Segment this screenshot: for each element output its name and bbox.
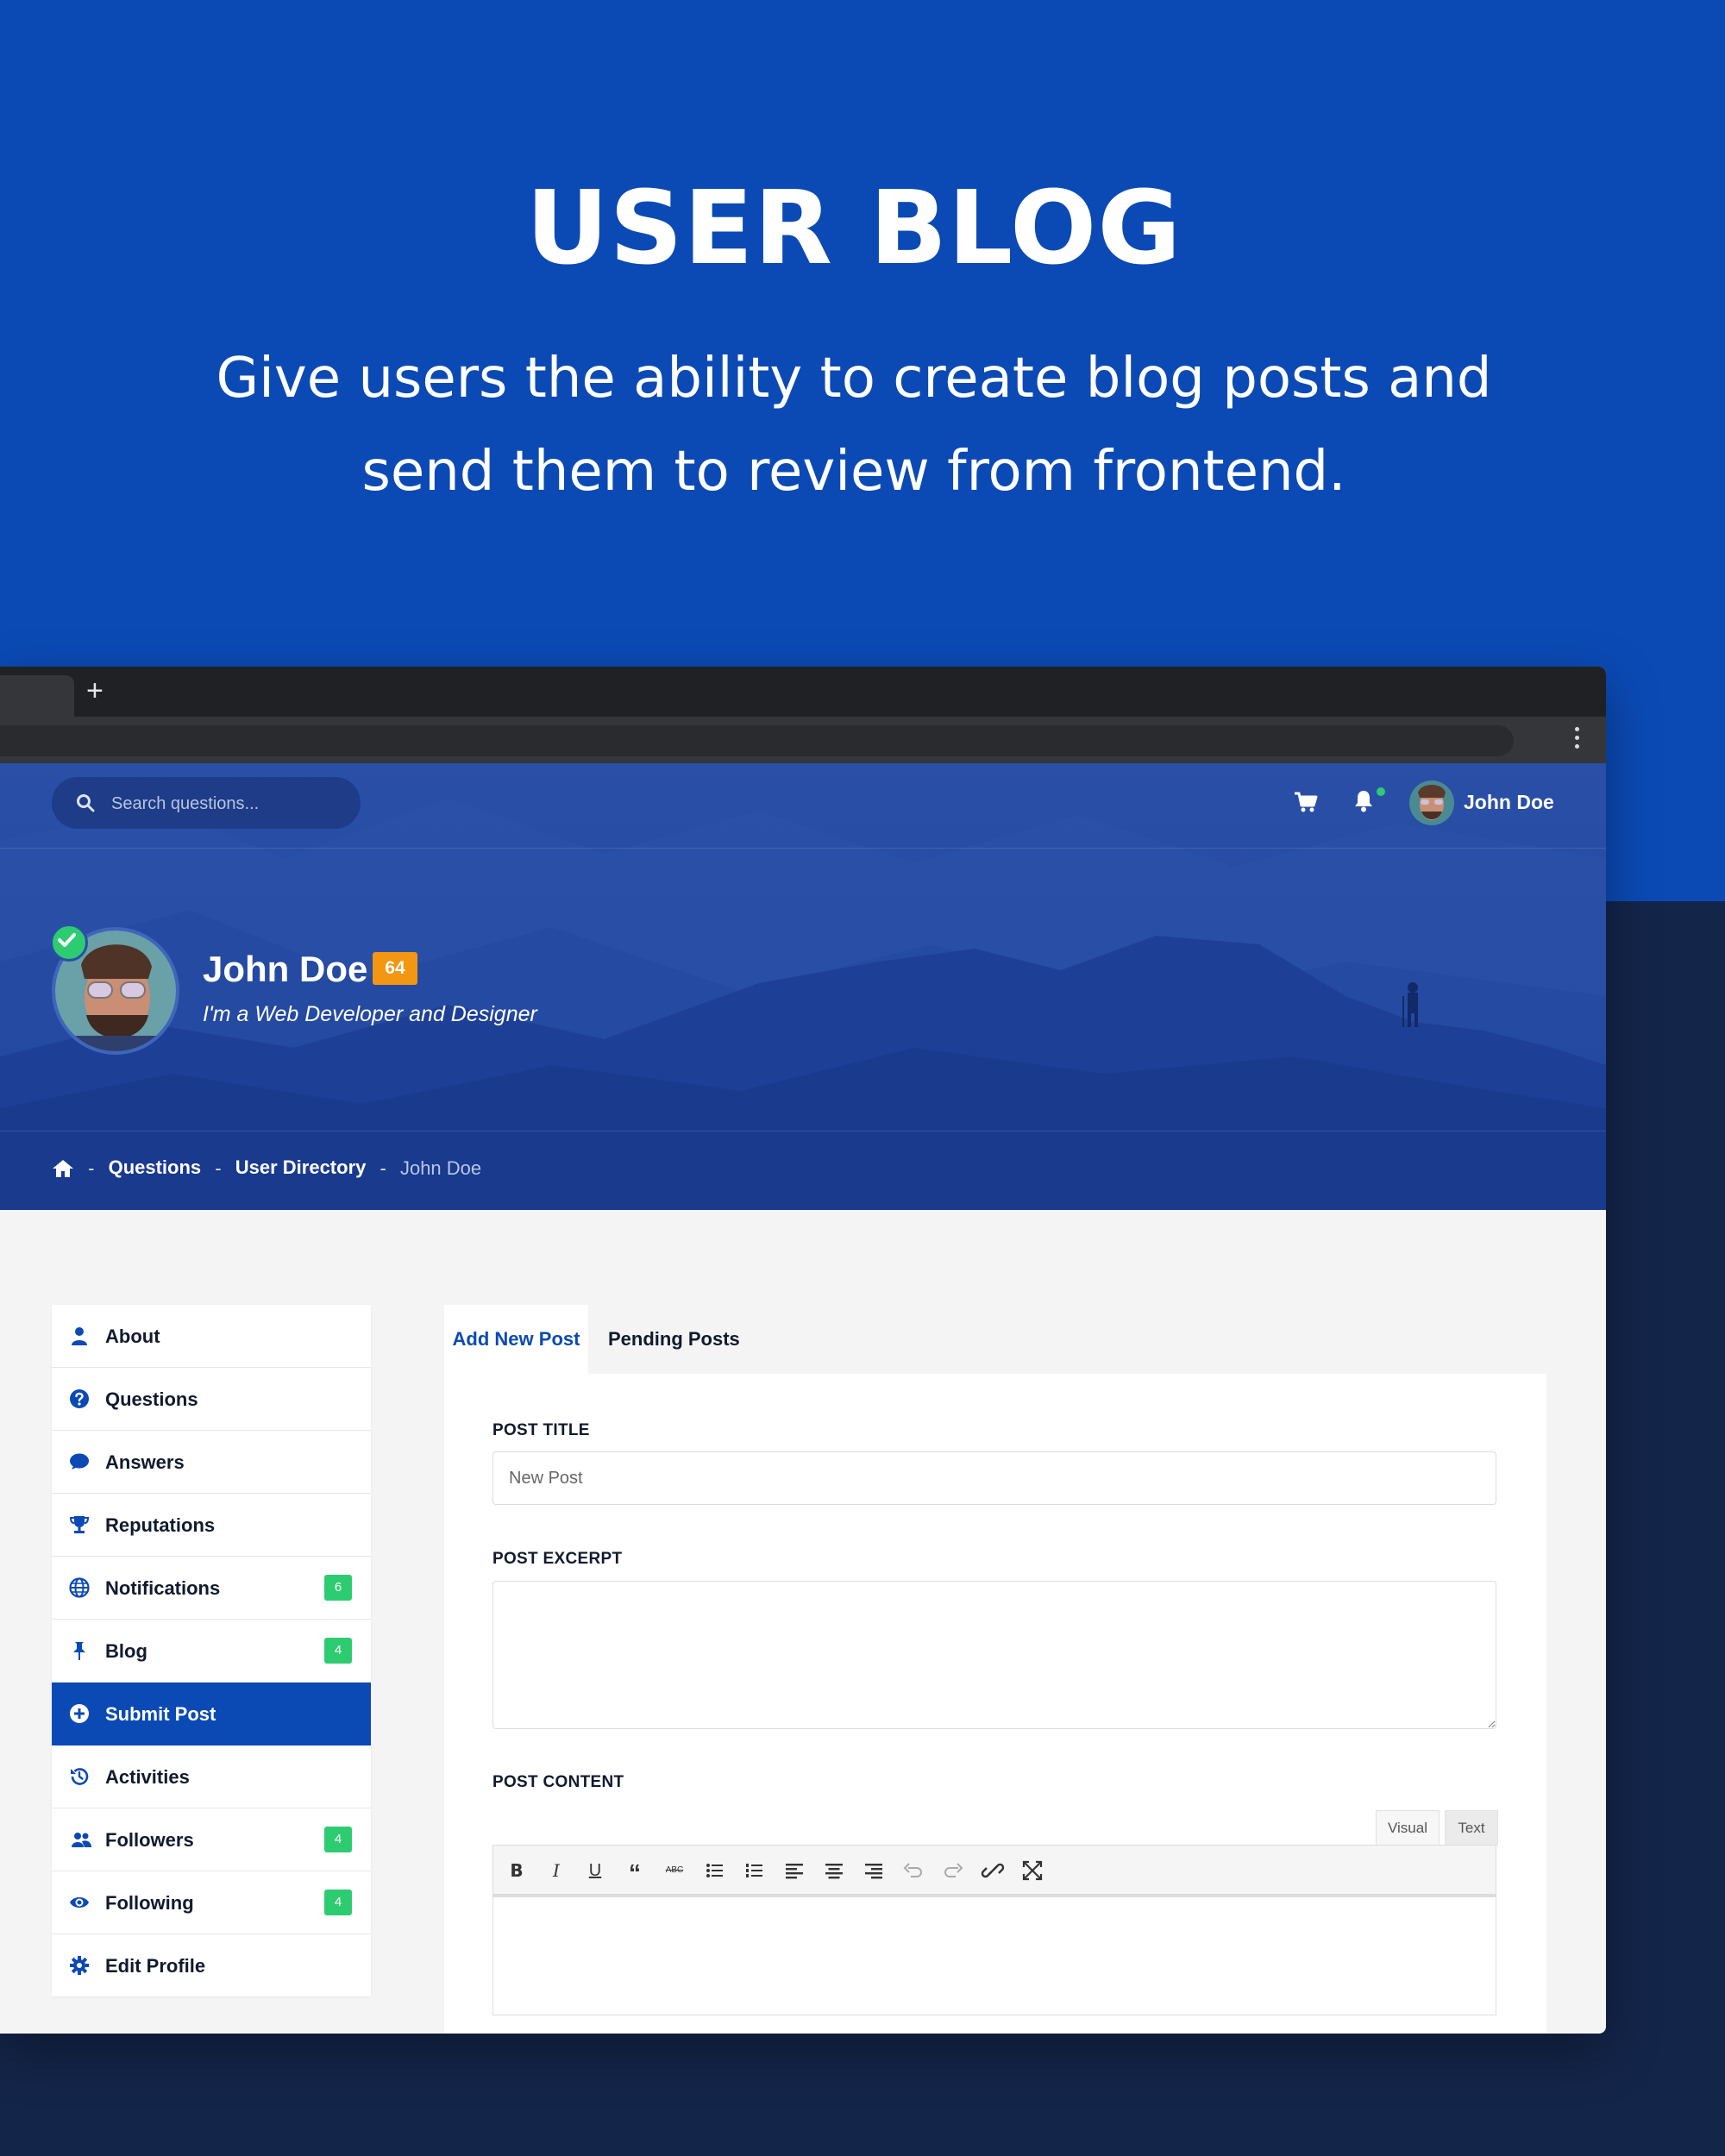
hero-subtitle: Give users the ability to create blog po… [216, 347, 1492, 504]
sidebar-item-label: Submit Post [105, 1703, 216, 1725]
search-icon [77, 794, 95, 812]
post-excerpt-textarea[interactable] [492, 1581, 1496, 1729]
post-title-input[interactable] [492, 1451, 1496, 1505]
notifications-count-badge: 6 [324, 1575, 352, 1601]
sidebar-item-label: Edit Profile [105, 1955, 206, 1977]
breadcrumb: - Questions - User Directory - John Doe [52, 1156, 488, 1182]
tab-pending-posts[interactable]: Pending Posts [608, 1305, 763, 1374]
sidebar-item-label: Answers [105, 1451, 185, 1473]
editor-tab-text[interactable]: Text [1445, 1810, 1498, 1846]
sidebar-item-about[interactable]: About [52, 1305, 371, 1368]
sidebar-item-label: Activities [105, 1766, 190, 1788]
history-icon [71, 1768, 89, 1785]
underline-icon[interactable]: U [582, 1858, 608, 1883]
pin-icon [73, 1642, 85, 1660]
notification-dot [1377, 787, 1385, 796]
followers-count-badge: 4 [324, 1827, 352, 1852]
browser-tab-bar: + [0, 667, 1606, 717]
plus-circle-icon [70, 1704, 89, 1723]
globe-icon [69, 1577, 90, 1598]
align-right-icon[interactable] [861, 1858, 887, 1883]
post-excerpt-label: POST EXCERPT [492, 1550, 623, 1568]
sidebar-item-following[interactable]: Following 4 [52, 1871, 371, 1934]
sidebar-item-blog[interactable]: Blog 4 [52, 1620, 371, 1683]
level-badge: 64 [373, 952, 417, 985]
editor-toolbar: B I U “ ABC [492, 1845, 1496, 1895]
browser-window: + Search questions... John Doe John Doe … [0, 667, 1606, 2034]
breadcrumb-link-user-directory[interactable]: User Directory [235, 1156, 367, 1178]
users-icon [72, 1833, 91, 1847]
align-center-icon[interactable] [821, 1858, 847, 1883]
post-title-label: POST TITLE [492, 1421, 590, 1439]
sidebar-item-submit-post[interactable]: Submit Post [52, 1683, 371, 1745]
sidebar-item-reputations[interactable]: Reputations [52, 1494, 371, 1557]
link-icon[interactable] [980, 1858, 1006, 1883]
align-left-icon[interactable] [781, 1858, 807, 1883]
redo-icon[interactable] [940, 1858, 966, 1883]
sidebar-item-label: Blog [105, 1640, 147, 1662]
bell-icon[interactable] [1352, 789, 1375, 813]
avatar[interactable] [1409, 780, 1454, 825]
post-content-editor[interactable] [492, 1895, 1496, 2015]
blog-count-badge: 4 [324, 1638, 352, 1664]
browser-address-bar [0, 717, 1606, 763]
header-user-name[interactable]: John Doe [1464, 791, 1554, 814]
search-input[interactable] [110, 777, 354, 830]
breadcrumb-separator: - [380, 1157, 386, 1180]
eye-icon [70, 1897, 89, 1908]
breadcrumb-separator: - [88, 1157, 95, 1180]
hero-title: USER BLOG [525, 168, 1182, 287]
tab-add-new-post[interactable]: Add New Post [444, 1305, 588, 1374]
sidebar-item-notifications[interactable]: Notifications 6 [52, 1557, 371, 1620]
blockquote-icon[interactable]: “ [622, 1858, 648, 1886]
sidebar-item-activities[interactable]: Activities [52, 1745, 371, 1808]
breadcrumb-link-questions[interactable]: Questions [109, 1156, 202, 1178]
sidebar-item-label: Questions [105, 1388, 198, 1410]
sidebar-item-edit-profile[interactable]: Edit Profile [52, 1934, 371, 1996]
sidebar-item-answers[interactable]: Answers [52, 1431, 371, 1494]
user-icon [72, 1327, 87, 1345]
home-icon[interactable] [52, 1159, 74, 1178]
browser-menu-icon[interactable] [1575, 727, 1580, 753]
undo-icon[interactable] [900, 1858, 926, 1883]
sidebar-item-label: Followers [105, 1829, 194, 1851]
profile-header: John Doe John Doe 64 I'm a Web Developer… [0, 763, 1606, 1210]
browser-tab[interactable] [0, 675, 74, 717]
sidebar-item-label: Following [105, 1892, 194, 1914]
italic-icon[interactable]: I [543, 1858, 569, 1883]
sidebar-item-questions[interactable]: Questions [52, 1368, 371, 1431]
sidebar-item-label: Reputations [105, 1514, 216, 1536]
address-field[interactable] [0, 725, 1514, 756]
trophy-icon [69, 1516, 90, 1533]
sidebar-item-label: Notifications [105, 1577, 221, 1599]
profile-bio: I'm a Web Developer and Designer [203, 1002, 537, 1026]
question-circle-icon [70, 1389, 89, 1408]
breadcrumb-current: John Doe [399, 1157, 482, 1180]
verified-check-icon [50, 924, 88, 962]
editor-tab-visual[interactable]: Visual [1376, 1810, 1440, 1846]
profile-name: John Doe [203, 949, 368, 989]
header-divider [0, 848, 1606, 849]
bold-icon[interactable]: B [504, 1858, 530, 1883]
sidebar-item-followers[interactable]: Followers 4 [52, 1808, 371, 1871]
sidebar-item-label: About [105, 1326, 160, 1347]
bullet-list-icon[interactable] [702, 1858, 728, 1883]
gear-icon [70, 1956, 89, 1975]
search-bar[interactable] [52, 777, 361, 830]
comment-icon [70, 1453, 89, 1470]
new-tab-button[interactable]: + [86, 674, 104, 708]
following-count-badge: 4 [324, 1890, 352, 1915]
breadcrumb-separator: - [215, 1157, 222, 1180]
post-content-label: POST CONTENT [492, 1773, 624, 1791]
fullscreen-icon[interactable] [1019, 1858, 1045, 1883]
cart-icon[interactable] [1294, 791, 1318, 813]
numbered-list-icon[interactable] [742, 1858, 768, 1883]
strikethrough-icon[interactable]: ABC [662, 1858, 687, 1883]
profile-sidebar-menu: About Questions Answers Reputations Noti… [52, 1305, 371, 1996]
post-form-panel: POST TITLE POST EXCERPT POST CONTENT Vis… [444, 1374, 1546, 2034]
